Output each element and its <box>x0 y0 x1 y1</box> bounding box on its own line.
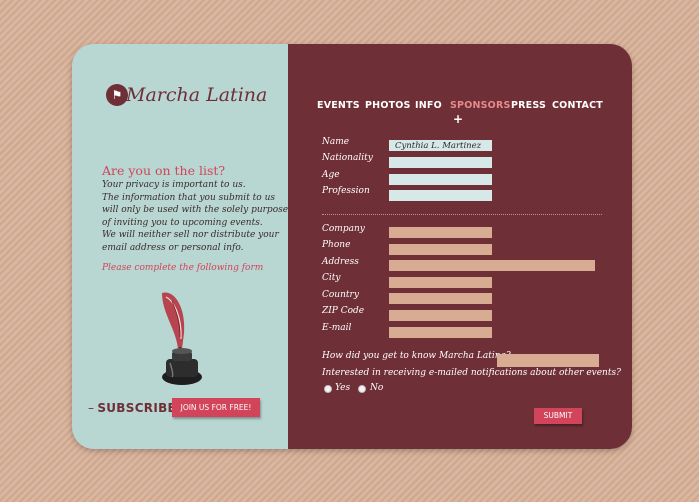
phone-field[interactable] <box>389 244 492 255</box>
zip-label: ZIP Code <box>322 306 365 316</box>
info-panel: ⚑ Marcha Latina Are you on the list? You… <box>72 44 288 449</box>
arrow-dash-icon: – <box>88 401 95 415</box>
city-field[interactable] <box>389 277 492 288</box>
privacy-line: Your privacy is important to us. <box>102 180 246 190</box>
how-field[interactable] <box>497 354 599 367</box>
country-field[interactable] <box>389 293 492 304</box>
address-label: Address <box>322 257 359 267</box>
how-question-label: How did you get to know Marcha Latina? <box>322 351 511 361</box>
yes-label: Yes <box>335 383 351 393</box>
name-label: Name <box>322 137 350 147</box>
list-heading: Are you on the list? <box>102 163 226 178</box>
notify-question-label: Interested in receiving e-mailed notific… <box>322 368 621 378</box>
nav-info[interactable]: INFO <box>415 100 442 111</box>
submit-button[interactable]: SUBMIT <box>534 408 582 424</box>
subscribe-label: – SUBSCRIBE <box>88 401 176 415</box>
brand-name: Marcha Latina <box>126 84 268 106</box>
flag-icon: ⚑ <box>106 84 128 106</box>
phone-label: Phone <box>322 240 351 250</box>
active-marker-icon: + <box>453 112 464 126</box>
privacy-line: We will neither sell nor distribute your <box>102 230 279 241</box>
nav-sponsors[interactable]: SPONSORS <box>450 100 511 111</box>
address-field[interactable] <box>389 260 595 271</box>
quill-inkwell-icon <box>162 292 202 385</box>
age-field[interactable] <box>389 174 492 185</box>
city-label: City <box>322 273 341 283</box>
name-field[interactable] <box>389 140 492 151</box>
company-field[interactable] <box>389 227 492 238</box>
email-label: E-mail <box>322 323 352 333</box>
nationality-label: Nationality <box>322 153 373 163</box>
privacy-line: The information that you submit to us <box>102 192 275 203</box>
zip-field[interactable] <box>389 310 492 321</box>
subscribe-text: SUBSCRIBE <box>97 401 177 415</box>
subscribe-card: ⚑ Marcha Latina Are you on the list? You… <box>72 44 632 449</box>
profession-field[interactable] <box>389 190 492 201</box>
privacy-line: of inviting you to upcoming events. <box>102 217 263 228</box>
profession-label: Profession <box>322 186 370 196</box>
no-label: No <box>370 383 384 393</box>
age-label: Age <box>322 170 340 180</box>
privacy-notice: Your privacy is important to us. The inf… <box>102 179 289 255</box>
no-radio[interactable] <box>358 385 366 393</box>
section-divider <box>322 214 602 215</box>
company-label: Company <box>322 224 365 234</box>
nav-events[interactable]: EVENTS <box>317 100 360 111</box>
join-button[interactable]: JOIN US FOR FREE! <box>172 398 260 417</box>
privacy-line: email address or personal info. <box>102 242 244 253</box>
privacy-line: will only be used with the solely purpos… <box>102 205 289 216</box>
nav-contact[interactable]: CONTACT <box>552 100 603 111</box>
country-label: Country <box>322 290 359 300</box>
nav-press[interactable]: PRESS <box>511 100 546 111</box>
nationality-field[interactable] <box>389 157 492 168</box>
form-instruction: Please complete the following form <box>102 263 264 273</box>
nav-photos[interactable]: PHOTOS <box>365 100 411 111</box>
form-panel: EVENTS PHOTOS INFO SPONSORS PRESS CONTAC… <box>288 44 632 449</box>
yes-radio[interactable] <box>324 385 332 393</box>
email-field[interactable] <box>389 327 492 338</box>
